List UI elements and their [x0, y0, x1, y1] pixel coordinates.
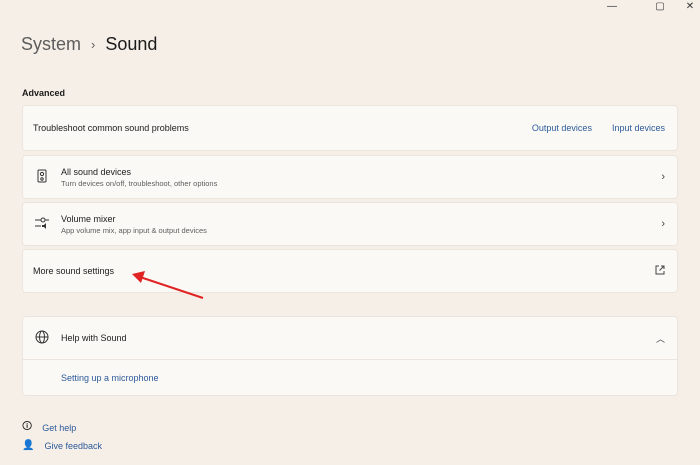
annotation-arrow	[132, 271, 204, 299]
